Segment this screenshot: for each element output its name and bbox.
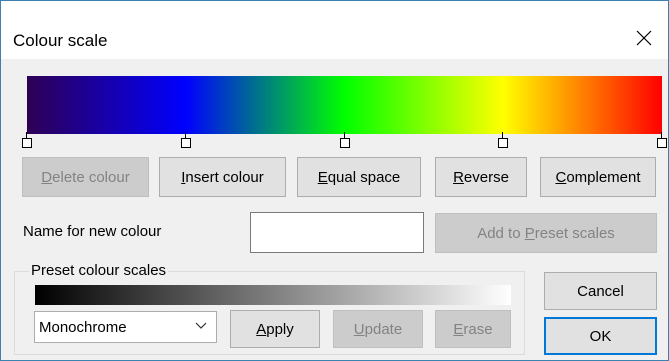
title-bar: Colour scale — [1, 1, 668, 59]
colour-scale-bar[interactable] — [27, 76, 662, 134]
update-label: Update — [353, 320, 403, 338]
preset-selected-value: Monochrome — [39, 318, 127, 336]
equal-space-button[interactable]: Equal space — [297, 157, 421, 197]
preset-gradient-preview — [35, 285, 511, 305]
complement-label: Complement — [555, 168, 641, 186]
colour-stop-handle-3[interactable] — [340, 138, 350, 148]
erase-label: Erase — [453, 320, 493, 338]
new-colour-name-input[interactable] — [250, 212, 424, 253]
ok-button[interactable]: OK — [544, 317, 657, 355]
colour-stop-handle-5[interactable] — [657, 138, 667, 148]
erase-button[interactable]: Erase — [435, 310, 511, 348]
colour-stop-handle-1[interactable] — [22, 138, 32, 148]
preset-scale-select[interactable]: Monochrome — [34, 311, 217, 343]
close-icon — [636, 30, 652, 46]
delete-colour-button[interactable]: Delete colour — [22, 157, 149, 197]
cancel-label: Cancel — [577, 282, 624, 300]
preset-group-label: Preset colour scales — [29, 262, 169, 279]
new-colour-name-label: Name for new colour — [23, 223, 162, 240]
add-to-preset-scales-button[interactable]: Add to Preset scales — [435, 213, 657, 253]
apply-button[interactable]: Apply — [230, 310, 320, 348]
colour-stop-handle-2[interactable] — [181, 138, 191, 148]
chevron-down-icon — [195, 322, 207, 329]
cancel-button[interactable]: Cancel — [544, 272, 657, 310]
reverse-button[interactable]: Reverse — [435, 157, 527, 197]
delete-colour-label: Delete colour — [41, 168, 130, 186]
colour-stop-handle-4[interactable] — [498, 138, 508, 148]
close-button[interactable] — [629, 23, 659, 53]
update-button[interactable]: Update — [333, 310, 423, 348]
insert-colour-label: Insert colour — [181, 168, 264, 186]
equal-space-label: Equal space — [317, 168, 401, 186]
dialog-title: Colour scale — [13, 31, 108, 50]
reverse-label: Reverse — [453, 168, 509, 186]
insert-colour-button[interactable]: Insert colour — [159, 157, 286, 197]
ok-label: OK — [589, 327, 612, 345]
complement-button[interactable]: Complement — [540, 157, 656, 197]
colour-scale-dialog: Colour scale Delete colour Insert colour… — [0, 0, 669, 361]
apply-label: Apply — [256, 320, 294, 338]
add-to-preset-label: Add to Preset scales — [477, 224, 615, 242]
